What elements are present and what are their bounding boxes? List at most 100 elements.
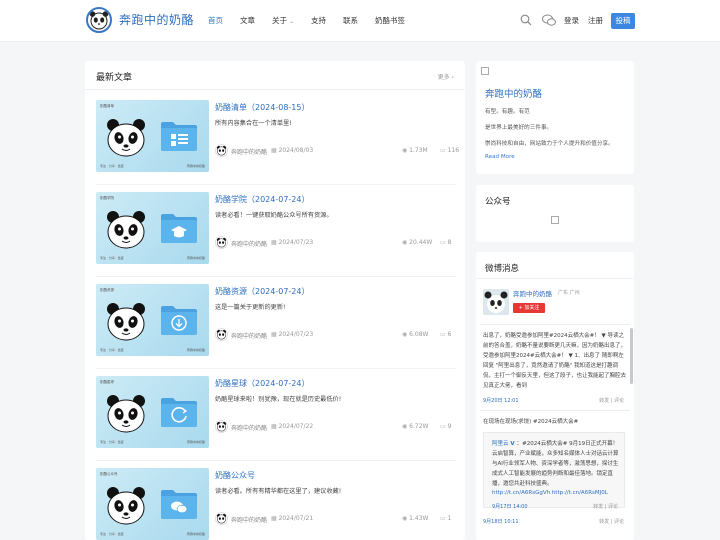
article-title[interactable]: 奶酪清单（2024-08-15） [215, 102, 310, 113]
article-author[interactable]: 奔跑中的奶酪 [231, 331, 267, 340]
article-item[interactable]: 奶酪公众号 专注 · 分享 · 改变 奔跑中的奶酪 奶酪公众号 读者必看。所有有精华都在… [96, 468, 456, 540]
about-line: 有型。有趣。有范 [485, 109, 530, 115]
article-views: ◉ 20.44W [402, 239, 432, 246]
comment-icon: ▭ [440, 147, 448, 154]
article-author[interactable]: 奔跑中的奶酪 [231, 515, 267, 524]
author-avatar[interactable] [215, 328, 228, 341]
article-views-text: 1.73M [409, 147, 428, 154]
thumbnail-footer: 奔跑中的奶酪 [186, 440, 205, 444]
article-thumbnail[interactable]: 奶酪星球 专注 · 分享 · 改变 奔跑中的奶酪 [96, 376, 209, 448]
article-comments: ▭ 8 [440, 239, 451, 246]
site-logo[interactable] [86, 7, 112, 33]
article-views-text: 6.08W [409, 331, 429, 338]
article-comments-text: 116 [447, 147, 460, 154]
repost-actions[interactable]: 转发 | 评论 [593, 503, 618, 510]
article-thumbnail[interactable]: 奶酪学院专注 · 分享 · 改变 奔跑中的奶酪 [96, 192, 209, 264]
comment-icon: ▭ [440, 423, 448, 430]
comment-icon: ▭ [440, 239, 448, 246]
article-title[interactable]: 奶酪公众号 [215, 470, 255, 481]
author-avatar[interactable] [215, 144, 228, 157]
panda-icon [105, 486, 147, 526]
weibo-avatar[interactable] [483, 289, 509, 315]
top-header: 奔跑中的奶酪 首页 文章 关于 ⌄ 支持 联系 奶酪书签 登录 注册 投稿 [0, 0, 720, 42]
article-title[interactable]: 奶酪资源（2024-07-24） [215, 286, 310, 297]
article-views-text: 6.72W [409, 423, 429, 430]
article-comments: ▭ 116 [440, 147, 459, 154]
panda-icon [105, 302, 147, 342]
article-item[interactable]: 奶酪星球 专注 · 分享 · 改变 奔跑中的奶酪 奶酪星球（2024-07-24） 奶酪… [96, 376, 456, 452]
nav-support[interactable]: 支持 [311, 15, 326, 26]
weibo-post-actions[interactable]: 转发 | 评论 [599, 397, 624, 404]
calendar-icon: ▦ [271, 147, 279, 154]
nav-contact[interactable]: 联系 [343, 15, 358, 26]
calendar-icon: ▦ [271, 239, 279, 246]
nav-home[interactable]: 首页 [208, 15, 223, 26]
follow-button[interactable]: + 加关注 [513, 303, 545, 313]
thumbnail-title: 奶酪学院 [100, 196, 114, 200]
author-avatar[interactable] [215, 236, 228, 249]
about-line: 是世界上最美好的三件事。 [485, 125, 553, 131]
article-item[interactable]: 奶酪学院专注 · 分享 · 改变 奔跑中的奶酪 奶酪学院（2024-07-24） 读者… [96, 192, 456, 268]
feed-scrollbar[interactable] [630, 328, 633, 384]
qr-code-image [551, 216, 559, 224]
weibo-post-time[interactable]: 9月20日 12:01 [483, 397, 519, 404]
article-date-text: 2024/07/23 [278, 239, 314, 246]
thumbnail-footer: 专注 · 分享 · 改变 [100, 256, 124, 260]
site-brand[interactable]: 奔跑中的奶酪 [119, 11, 194, 28]
article-date-text: 2024/08/03 [278, 147, 314, 154]
weibo-post-time[interactable]: 9月18日 10:11 [483, 518, 519, 525]
nav-articles[interactable]: 文章 [240, 15, 255, 26]
article-excerpt: 所有内容集合在一个清单里! [215, 120, 292, 127]
article-author[interactable]: 奔跑中的奶酪 [231, 239, 267, 248]
article-thumbnail[interactable]: 奶酪清单 专注 · 分享 · 改变 奔跑中的奶酪 [96, 100, 209, 172]
about-card: 奔跑中的奶酪 有型。有趣。有范 是世界上最美好的三件事。 崇尚科技和自由，网站致… [476, 61, 634, 174]
divider [96, 460, 456, 461]
repost-time[interactable]: 9月17日 14:00 [492, 503, 528, 510]
card-title: 微博消息 [485, 264, 520, 274]
thumbnail-footer: 专注 · 分享 · 改变 [100, 440, 124, 444]
weibo-post-actions[interactable]: 转发 | 评论 [599, 518, 624, 525]
more-link[interactable]: 更多 › [438, 72, 454, 81]
article-author[interactable]: 奔跑中的奶酪 [231, 147, 267, 156]
thumbnail-footer: 奔跑中的奶酪 [186, 256, 205, 260]
weibo-post-text: 在现场在现场(求饶) #2024云栖大会# [483, 419, 579, 425]
weibo-name[interactable]: 奔跑中的奶酪 [513, 288, 552, 298]
article-comments-text: 9 [447, 423, 452, 430]
article-item[interactable]: 奶酪资源 专注 · 分享 · 改变 奔跑中的奶酪 奶酪资源（2024-07-24） 这是… [96, 284, 456, 360]
repost-links[interactable]: http://t.cn/A6RsGgVh http://t.cn/A6RsMJ0… [492, 490, 608, 496]
article-thumbnail[interactable]: 奶酪公众号 专注 · 分享 · 改变 奔跑中的奶酪 [96, 468, 209, 540]
read-more-link[interactable]: Read More [485, 154, 515, 160]
article-title[interactable]: 奶酪星球（2024-07-24） [215, 378, 310, 389]
thumbnail-title: 奶酪清单 [100, 104, 114, 108]
panda-icon [105, 118, 147, 158]
article-excerpt: 奶酪星球来啦！别犹豫，现在就是历史最低价! [215, 396, 342, 403]
nav-bookmarks[interactable]: 奶酪书签 [375, 15, 405, 26]
calendar-icon: ▦ [271, 423, 279, 430]
article-comments: ▭ 1 [440, 515, 451, 522]
broken-image-icon [481, 67, 489, 75]
article-views: ◉ 1.73M [402, 147, 428, 154]
nav-about[interactable]: 关于 ⌄ [272, 15, 294, 26]
article-meta: 奔跑中的奶酪 ▦ 2024/07/21 ◉ 1.43W ▭ 1 [215, 512, 456, 526]
article-comments-text: 8 [447, 239, 452, 246]
register-link[interactable]: 注册 [588, 15, 603, 26]
article-thumbnail[interactable]: 奶酪资源 专注 · 分享 · 改变 奔跑中的奶酪 [96, 284, 209, 356]
divider [96, 368, 456, 369]
submit-button[interactable]: 投稿 [611, 13, 635, 29]
article-date: ▦ 2024/07/21 [271, 515, 313, 522]
article-title[interactable]: 奶酪学院（2024-07-24） [215, 194, 310, 205]
article-views-text: 20.44W [409, 239, 433, 246]
article-meta: 奔跑中的奶酪 ▦ 2024/07/23 ◉ 20.44W ▭ 8 [215, 236, 456, 250]
repost-author[interactable]: 阿里云 [492, 441, 509, 447]
header-actions: 登录 注册 投稿 [520, 13, 640, 29]
login-link[interactable]: 登录 [564, 15, 579, 26]
article-date: ▦ 2024/08/03 [271, 147, 313, 154]
search-icon[interactable] [520, 14, 532, 26]
wechat-icon[interactable] [542, 14, 556, 26]
article-author[interactable]: 奔跑中的奶酪 [231, 423, 267, 432]
article-views: ◉ 1.43W [402, 515, 428, 522]
author-avatar[interactable] [215, 512, 228, 525]
author-avatar[interactable] [215, 420, 228, 433]
article-excerpt: 读者必看！一键获取奶酪公众号所有资源。 [215, 212, 333, 219]
article-item[interactable]: 奶酪清单 专注 · 分享 · 改变 奔跑中的奶酪 奶酪清单（2024-08-15） 所有… [96, 100, 459, 176]
